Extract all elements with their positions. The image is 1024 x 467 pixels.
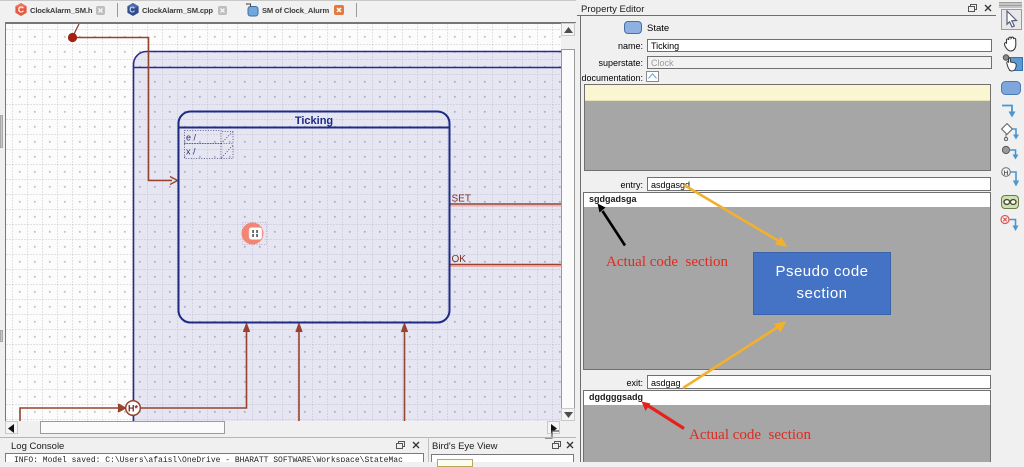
svg-text:H: H <box>1004 170 1009 177</box>
svg-text:Ticking: Ticking <box>295 115 333 127</box>
svg-text:x /: x / <box>186 147 196 157</box>
svg-text:C: C <box>18 5 24 15</box>
svg-text:e /: e / <box>186 133 197 143</box>
svg-text:SET: SET <box>452 194 471 205</box>
svg-text:OK: OK <box>452 254 467 265</box>
svg-text:H*: H* <box>128 404 138 414</box>
svg-text:C: C <box>129 6 135 15</box>
